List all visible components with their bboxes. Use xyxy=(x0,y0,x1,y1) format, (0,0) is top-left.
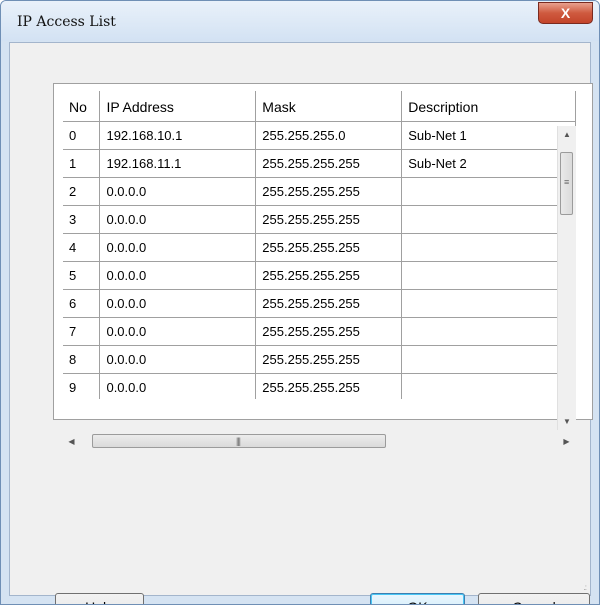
cell-no[interactable]: 7 xyxy=(63,317,101,346)
cell-description[interactable] xyxy=(401,233,576,262)
cancel-button[interactable]: Cancel xyxy=(478,593,590,604)
ip-access-grid[interactable]: No IP Address Mask Description 0 192.168.… xyxy=(63,91,576,399)
ip-access-table: No IP Address Mask Description 0 192.168.… xyxy=(63,91,576,399)
cell-description[interactable] xyxy=(401,317,576,346)
cell-ip-address[interactable]: 0.0.0.0 xyxy=(99,205,257,234)
table-row[interactable]: 5 0.0.0.0 255.255.255.255 xyxy=(63,261,576,290)
cell-mask[interactable]: 255.255.255.255 xyxy=(255,345,403,374)
ok-button[interactable]: OK xyxy=(370,593,465,604)
table-row[interactable]: 4 0.0.0.0 255.255.255.255 xyxy=(63,233,576,262)
cell-description[interactable] xyxy=(401,261,576,290)
vertical-scroll-thumb[interactable]: ≡ xyxy=(560,152,573,215)
cell-no[interactable]: 1 xyxy=(63,149,101,178)
table-row[interactable]: 6 0.0.0.0 255.255.255.255 xyxy=(63,289,576,318)
cell-mask[interactable]: 255.255.255.255 xyxy=(255,317,403,346)
table-row[interactable]: 9 0.0.0.0 255.255.255.255 xyxy=(63,373,576,399)
cell-mask[interactable]: 255.255.255.255 xyxy=(255,233,403,262)
cell-no[interactable]: 2 xyxy=(63,177,101,206)
column-header-no[interactable]: No xyxy=(63,91,101,122)
table-row[interactable]: 3 0.0.0.0 255.255.255.255 xyxy=(63,205,576,234)
header-row: No IP Address Mask Description xyxy=(63,91,576,122)
cell-no[interactable]: 4 xyxy=(63,233,101,262)
cell-ip-address[interactable]: 0.0.0.0 xyxy=(99,373,257,399)
cell-mask[interactable]: 255.255.255.255 xyxy=(255,289,403,318)
help-button[interactable]: Help xyxy=(55,593,144,604)
dialog-title: IP Access List xyxy=(17,14,116,30)
cell-description[interactable] xyxy=(401,373,576,399)
cell-mask[interactable]: 255.255.255.0 xyxy=(255,121,403,150)
grip-icon: ||| xyxy=(236,436,241,446)
scroll-left-arrow-icon[interactable]: ◀ xyxy=(63,433,80,450)
cell-no[interactable]: 9 xyxy=(63,373,101,399)
cell-description[interactable] xyxy=(401,289,576,318)
cell-description[interactable]: Sub-Net 2 xyxy=(401,149,576,178)
scroll-down-arrow-icon[interactable]: ▼ xyxy=(558,413,576,430)
horizontal-scroll-thumb[interactable]: ||| xyxy=(92,434,386,448)
cell-no[interactable]: 3 xyxy=(63,205,101,234)
grid-body: 0 192.168.10.1 255.255.255.0 Sub-Net 1 1 192… xyxy=(63,121,576,399)
cell-no[interactable]: 0 xyxy=(63,121,101,150)
grip-icon: ≡ xyxy=(564,177,570,187)
cell-ip-address[interactable]: 0.0.0.0 xyxy=(99,233,257,262)
cell-no[interactable]: 5 xyxy=(63,261,101,290)
table-row[interactable]: 0 192.168.10.1 255.255.255.0 Sub-Net 1 xyxy=(63,121,576,150)
cell-no[interactable]: 6 xyxy=(63,289,101,318)
resize-grip-icon[interactable]: .: xyxy=(584,583,588,592)
column-header-mask[interactable]: Mask xyxy=(255,91,403,122)
title-bar[interactable]: IP Access List X xyxy=(1,1,599,41)
cell-ip-address[interactable]: 0.0.0.0 xyxy=(99,345,257,374)
cell-mask[interactable]: 255.255.255.255 xyxy=(255,205,403,234)
cell-mask[interactable]: 255.255.255.255 xyxy=(255,261,403,290)
table-row[interactable]: 7 0.0.0.0 255.255.255.255 xyxy=(63,317,576,346)
cell-ip-address[interactable]: 0.0.0.0 xyxy=(99,177,257,206)
cell-ip-address[interactable]: 0.0.0.0 xyxy=(99,261,257,290)
cell-mask[interactable]: 255.255.255.255 xyxy=(255,149,403,178)
scroll-up-arrow-icon[interactable]: ▲ xyxy=(558,126,576,143)
cell-ip-address[interactable]: 192.168.10.1 xyxy=(99,121,257,150)
close-icon: X xyxy=(560,5,571,21)
cell-ip-address[interactable]: 0.0.0.0 xyxy=(99,289,257,318)
close-button[interactable]: X xyxy=(538,2,593,24)
table-row[interactable]: 1 192.168.11.1 255.255.255.255 Sub-Net 2 xyxy=(63,149,576,178)
cell-mask[interactable]: 255.255.255.255 xyxy=(255,177,403,206)
vertical-scrollbar[interactable]: ▲ ≡ ▼ xyxy=(557,126,576,430)
cell-no[interactable]: 8 xyxy=(63,345,101,374)
cell-description[interactable] xyxy=(401,205,576,234)
dialog-client-area: No IP Address Mask Description 0 192.168.… xyxy=(9,42,593,604)
cell-description[interactable] xyxy=(401,345,576,374)
column-header-ip-address[interactable]: IP Address xyxy=(99,91,257,122)
cell-ip-address[interactable]: 0.0.0.0 xyxy=(99,317,257,346)
scroll-right-arrow-icon[interactable]: ▶ xyxy=(558,433,575,450)
table-row[interactable]: 8 0.0.0.0 255.255.255.255 xyxy=(63,345,576,374)
cell-description[interactable]: Sub-Net 1 xyxy=(401,121,576,150)
cell-ip-address[interactable]: 192.168.11.1 xyxy=(99,149,257,178)
column-header-description[interactable]: Description xyxy=(401,91,576,122)
table-row[interactable]: 2 0.0.0.0 255.255.255.255 xyxy=(63,177,576,206)
ip-access-list-dialog: IP Access List X No IP Address Mask Desc… xyxy=(0,0,600,605)
cell-mask[interactable]: 255.255.255.255 xyxy=(255,373,403,399)
cell-description[interactable] xyxy=(401,177,576,206)
horizontal-scrollbar[interactable]: ◀ ||| ▶ xyxy=(63,433,575,450)
